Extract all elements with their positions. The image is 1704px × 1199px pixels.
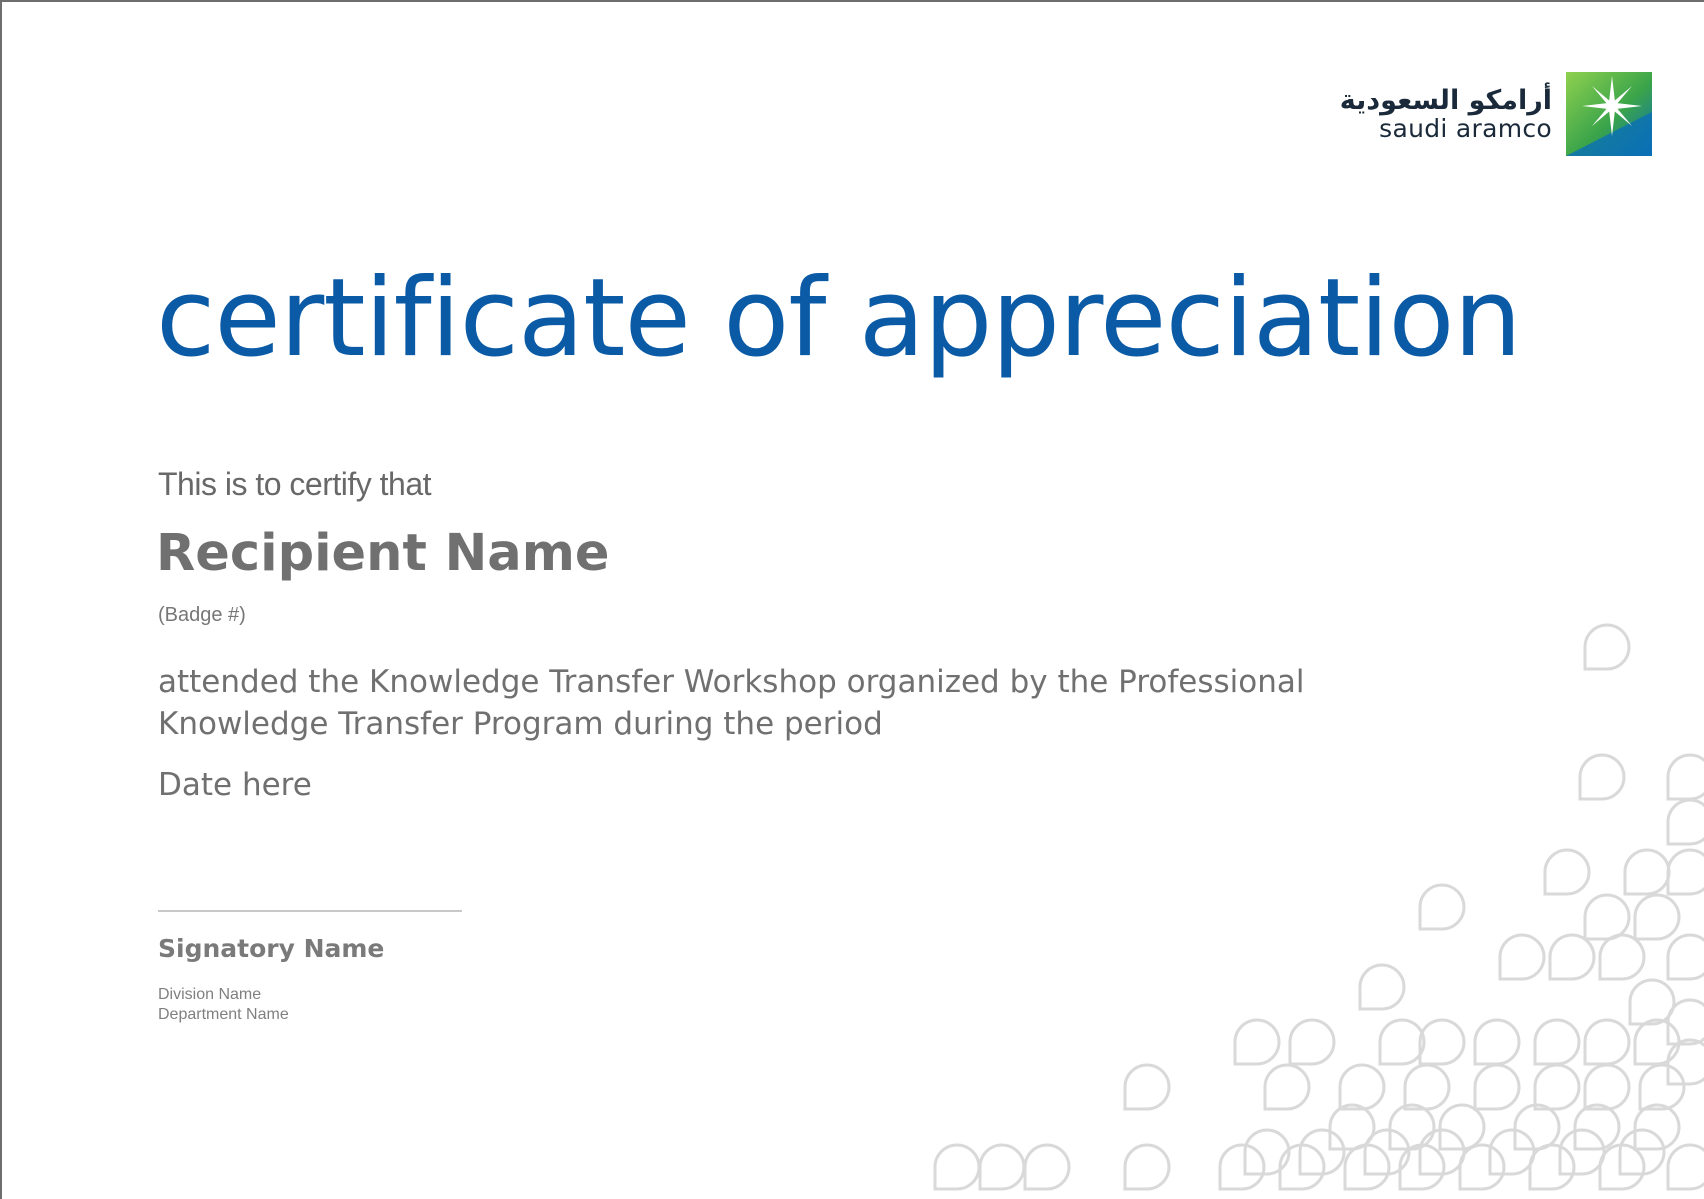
droplet-shape <box>1583 623 1631 671</box>
droplet-shape <box>1513 1103 1561 1151</box>
droplet-shape <box>1398 1143 1446 1191</box>
droplet-shape <box>933 1143 981 1191</box>
droplet-shape <box>1218 1143 1266 1191</box>
droplet-shape <box>1388 1103 1436 1151</box>
droplet-shape <box>1498 933 1546 981</box>
droplet-shape <box>1458 1143 1506 1191</box>
droplet-shape <box>1623 848 1671 896</box>
droplet-shape <box>1338 1063 1386 1111</box>
droplet-shape <box>1473 1018 1521 1066</box>
droplet-shape <box>1473 1063 1521 1111</box>
droplet-shape <box>1598 933 1646 981</box>
logo-arabic-text: أرامكو السعودية <box>1339 85 1552 116</box>
droplet-shape <box>1558 1128 1606 1176</box>
droplet-shape <box>1528 1143 1576 1191</box>
droplet-shape <box>1666 933 1704 981</box>
logo-latin-text: saudi aramco <box>1379 114 1552 143</box>
droplet-shape <box>1243 1128 1291 1176</box>
division-name: Division Name <box>158 986 262 1003</box>
signatory-name: Signatory Name <box>158 934 385 963</box>
droplet-shape <box>1418 883 1466 931</box>
droplet-shape <box>1633 1018 1681 1066</box>
droplet-shape <box>1583 1063 1631 1111</box>
droplet-shape <box>1633 893 1681 941</box>
droplet-shape <box>1578 753 1626 801</box>
droplet-shape <box>1666 1038 1704 1086</box>
certify-line: This is to certify that <box>158 466 432 502</box>
droplet-shape <box>1288 1018 1336 1066</box>
droplet-shape <box>1418 1018 1466 1066</box>
droplet-shape <box>1533 1018 1581 1066</box>
droplet-shape <box>1438 1103 1486 1151</box>
droplet-shape <box>1378 1018 1426 1066</box>
droplet-shape <box>1488 1128 1536 1176</box>
droplet-shape <box>1343 1143 1391 1191</box>
droplet-shape <box>1233 1018 1281 1066</box>
badge-number: (Badge #) <box>158 604 246 626</box>
logo-wordmark: أرامكو السعودية saudi aramco <box>1340 87 1552 141</box>
droplet-shape <box>1573 1103 1621 1151</box>
saudi-aramco-logo: أرامكو السعودية saudi aramco <box>1340 72 1652 156</box>
droplet-shape <box>1638 1063 1686 1111</box>
department-name: Department Name <box>158 1006 289 1023</box>
certificate-body: attended the Knowledge Transfer Workshop… <box>158 661 1388 745</box>
droplet-shape <box>978 1143 1026 1191</box>
droplet-shape <box>1543 848 1591 896</box>
droplet-shape <box>1628 978 1676 1026</box>
droplet-shape <box>1278 1143 1326 1191</box>
droplet-shape <box>1263 1063 1311 1111</box>
droplet-shape <box>1583 1018 1631 1066</box>
droplet-shape <box>1123 1143 1171 1191</box>
body-line-1: attended the Knowledge Transfer Workshop… <box>158 664 1305 700</box>
droplet-shape <box>1298 1128 1346 1176</box>
droplet-shape <box>1328 1103 1376 1151</box>
droplet-shape <box>1358 963 1406 1011</box>
certificate-page: أرامكو السعودية saudi aramco certificate… <box>0 0 1704 1199</box>
droplet-shape <box>1666 798 1704 846</box>
droplet-shape <box>1363 1128 1411 1176</box>
certificate-date: Date here <box>158 767 312 803</box>
droplet-shape <box>1123 1063 1171 1111</box>
certificate-title: certificate of appreciation <box>156 256 1522 381</box>
body-line-2: Knowledge Transfer Program during the pe… <box>158 706 883 742</box>
droplet-shape <box>1666 998 1704 1046</box>
droplet-shape <box>1023 1143 1071 1191</box>
droplet-shape <box>1533 1063 1581 1111</box>
droplet-shape <box>1633 1103 1681 1151</box>
droplet-shape <box>1598 1143 1646 1191</box>
droplet-shape <box>1666 753 1704 801</box>
signature-line <box>158 910 462 912</box>
droplet-shape <box>1548 933 1596 981</box>
aramco-star-icon <box>1566 72 1652 156</box>
droplet-shape <box>1666 848 1704 896</box>
droplet-shape <box>1418 1128 1466 1176</box>
recipient-name: Recipient Name <box>156 524 610 583</box>
droplet-shape <box>1583 893 1631 941</box>
droplet-shape <box>1666 1143 1704 1191</box>
droplet-shape <box>1403 1063 1451 1111</box>
droplet-shape <box>1618 1128 1666 1176</box>
